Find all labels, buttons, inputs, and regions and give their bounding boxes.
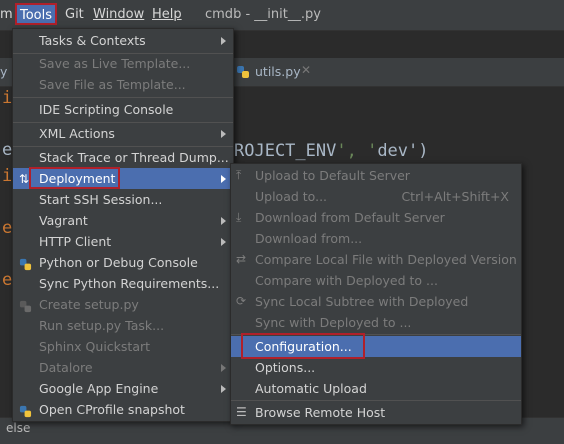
configuration-annotation-box — [241, 333, 365, 359]
submenu-item-download-default[interactable]: ⤓ Download from Default Server — [231, 207, 521, 228]
menu-git[interactable]: Git — [65, 7, 84, 22]
window-title: cmdb - __init__.py — [205, 7, 321, 22]
submenu-item-upload-to[interactable]: Upload to... Ctrl+Alt+Shift+X — [231, 186, 521, 207]
submenu-item-download-from[interactable]: Download from... — [231, 228, 521, 249]
shortcut-text: Ctrl+Alt+Shift+X — [401, 189, 509, 204]
menu-item-vagrant[interactable]: Vagrant — [13, 210, 233, 231]
submenu-item-sync-subtree[interactable]: ⟳ Sync Local Subtree with Deployed — [231, 291, 521, 312]
code-gutter-letter: e — [2, 218, 13, 238]
submenu-item-options[interactable]: Options... — [231, 357, 521, 378]
submenu-item-compare-deployed[interactable]: Compare with Deployed to ... — [231, 270, 521, 291]
submenu-arrow-icon — [221, 130, 226, 138]
deployment-submenu: ⤒ Upload to Default Server Upload to... … — [230, 163, 522, 425]
code-gutter-letter: i — [2, 88, 13, 108]
menu-window[interactable]: Window — [93, 7, 144, 22]
menu-separator — [13, 97, 233, 98]
deployment-annotation-box — [29, 167, 120, 189]
code-gutter-letter: e — [2, 140, 13, 160]
tab-utils-py[interactable]: utils.py — [255, 64, 301, 79]
submenu-arrow-icon — [221, 175, 226, 183]
submenu-arrow-icon — [221, 238, 226, 246]
code-gutter-letter: e — [2, 270, 13, 290]
menu-item-sphinx-quickstart[interactable]: Sphinx Quickstart — [13, 336, 233, 357]
submenu-item-automatic-upload[interactable]: Automatic Upload — [231, 378, 521, 399]
download-icon: ⤓ — [236, 210, 242, 224]
submenu-arrow-icon — [221, 385, 226, 393]
menu-item-stack-trace[interactable]: Stack Trace or Thread Dump... — [13, 147, 233, 168]
upload-icon: ⤒ — [236, 168, 242, 182]
remote-host-icon: ☰ — [236, 405, 247, 419]
python-icon — [19, 403, 32, 424]
menu-item-tasks-contexts[interactable]: Tasks & Contexts — [13, 30, 233, 51]
submenu-arrow-icon — [221, 217, 226, 225]
submenu-item-upload-default[interactable]: ⤒ Upload to Default Server — [231, 165, 521, 186]
menu-item-sync-requirements[interactable]: Sync Python Requirements... — [13, 273, 233, 294]
menu-item-google-app-engine[interactable]: Google App Engine — [13, 378, 233, 399]
menu-item-start-ssh[interactable]: Start SSH Session... — [13, 189, 233, 210]
menu-item-ide-scripting-console[interactable]: IDE Scripting Console — [13, 99, 233, 120]
menu-item-open-cprofile[interactable]: Open CProfile snapshot — [13, 399, 233, 420]
sync-icon: ⟳ — [236, 294, 247, 308]
close-tab-icon[interactable]: ✕ — [301, 63, 311, 77]
submenu-item-sync-deployed[interactable]: Sync with Deployed to ... — [231, 312, 521, 333]
submenu-item-browse-remote-host[interactable]: ☰ Browse Remote Host — [231, 402, 521, 423]
menu-item-create-setup[interactable]: Create setup.py — [13, 294, 233, 315]
menu-item-save-file-template[interactable]: Save File as Template... — [13, 74, 233, 95]
menu-bar: m Tools Git Window Help cmdb - __init__.… — [0, 0, 564, 31]
menu-item-run-setup[interactable]: Run setup.py Task... — [13, 315, 233, 336]
menu-tools[interactable]: Tools — [15, 3, 58, 25]
menu-separator — [231, 400, 521, 401]
submenu-arrow-icon — [221, 37, 226, 45]
menu-item-xml-actions[interactable]: XML Actions — [13, 123, 233, 144]
menu-item-python-console[interactable]: Python or Debug Console — [13, 252, 233, 273]
tab-partial[interactable]: y — [0, 64, 7, 79]
menu-item-http-client[interactable]: HTTP Client — [13, 231, 233, 252]
compare-icon: ⇄ — [236, 252, 247, 266]
code-line: ROJECT_ENV', 'dev') — [234, 141, 429, 161]
menu-partial[interactable]: m — [0, 7, 13, 22]
deployment-icon: ⇅ — [19, 172, 30, 186]
submenu-item-compare-local[interactable]: ⇄ Compare Local File with Deployed Versi… — [231, 249, 521, 270]
submenu-arrow-icon — [221, 364, 226, 372]
menu-help[interactable]: Help — [152, 7, 182, 22]
menu-item-save-live-template[interactable]: Save as Live Template... — [13, 53, 233, 74]
python-file-icon — [236, 65, 250, 79]
tools-dropdown-menu: Tasks & Contexts Save as Live Template..… — [12, 28, 234, 422]
code-gutter-letter: i — [2, 166, 13, 186]
menu-item-datalore[interactable]: Datalore — [13, 357, 233, 378]
